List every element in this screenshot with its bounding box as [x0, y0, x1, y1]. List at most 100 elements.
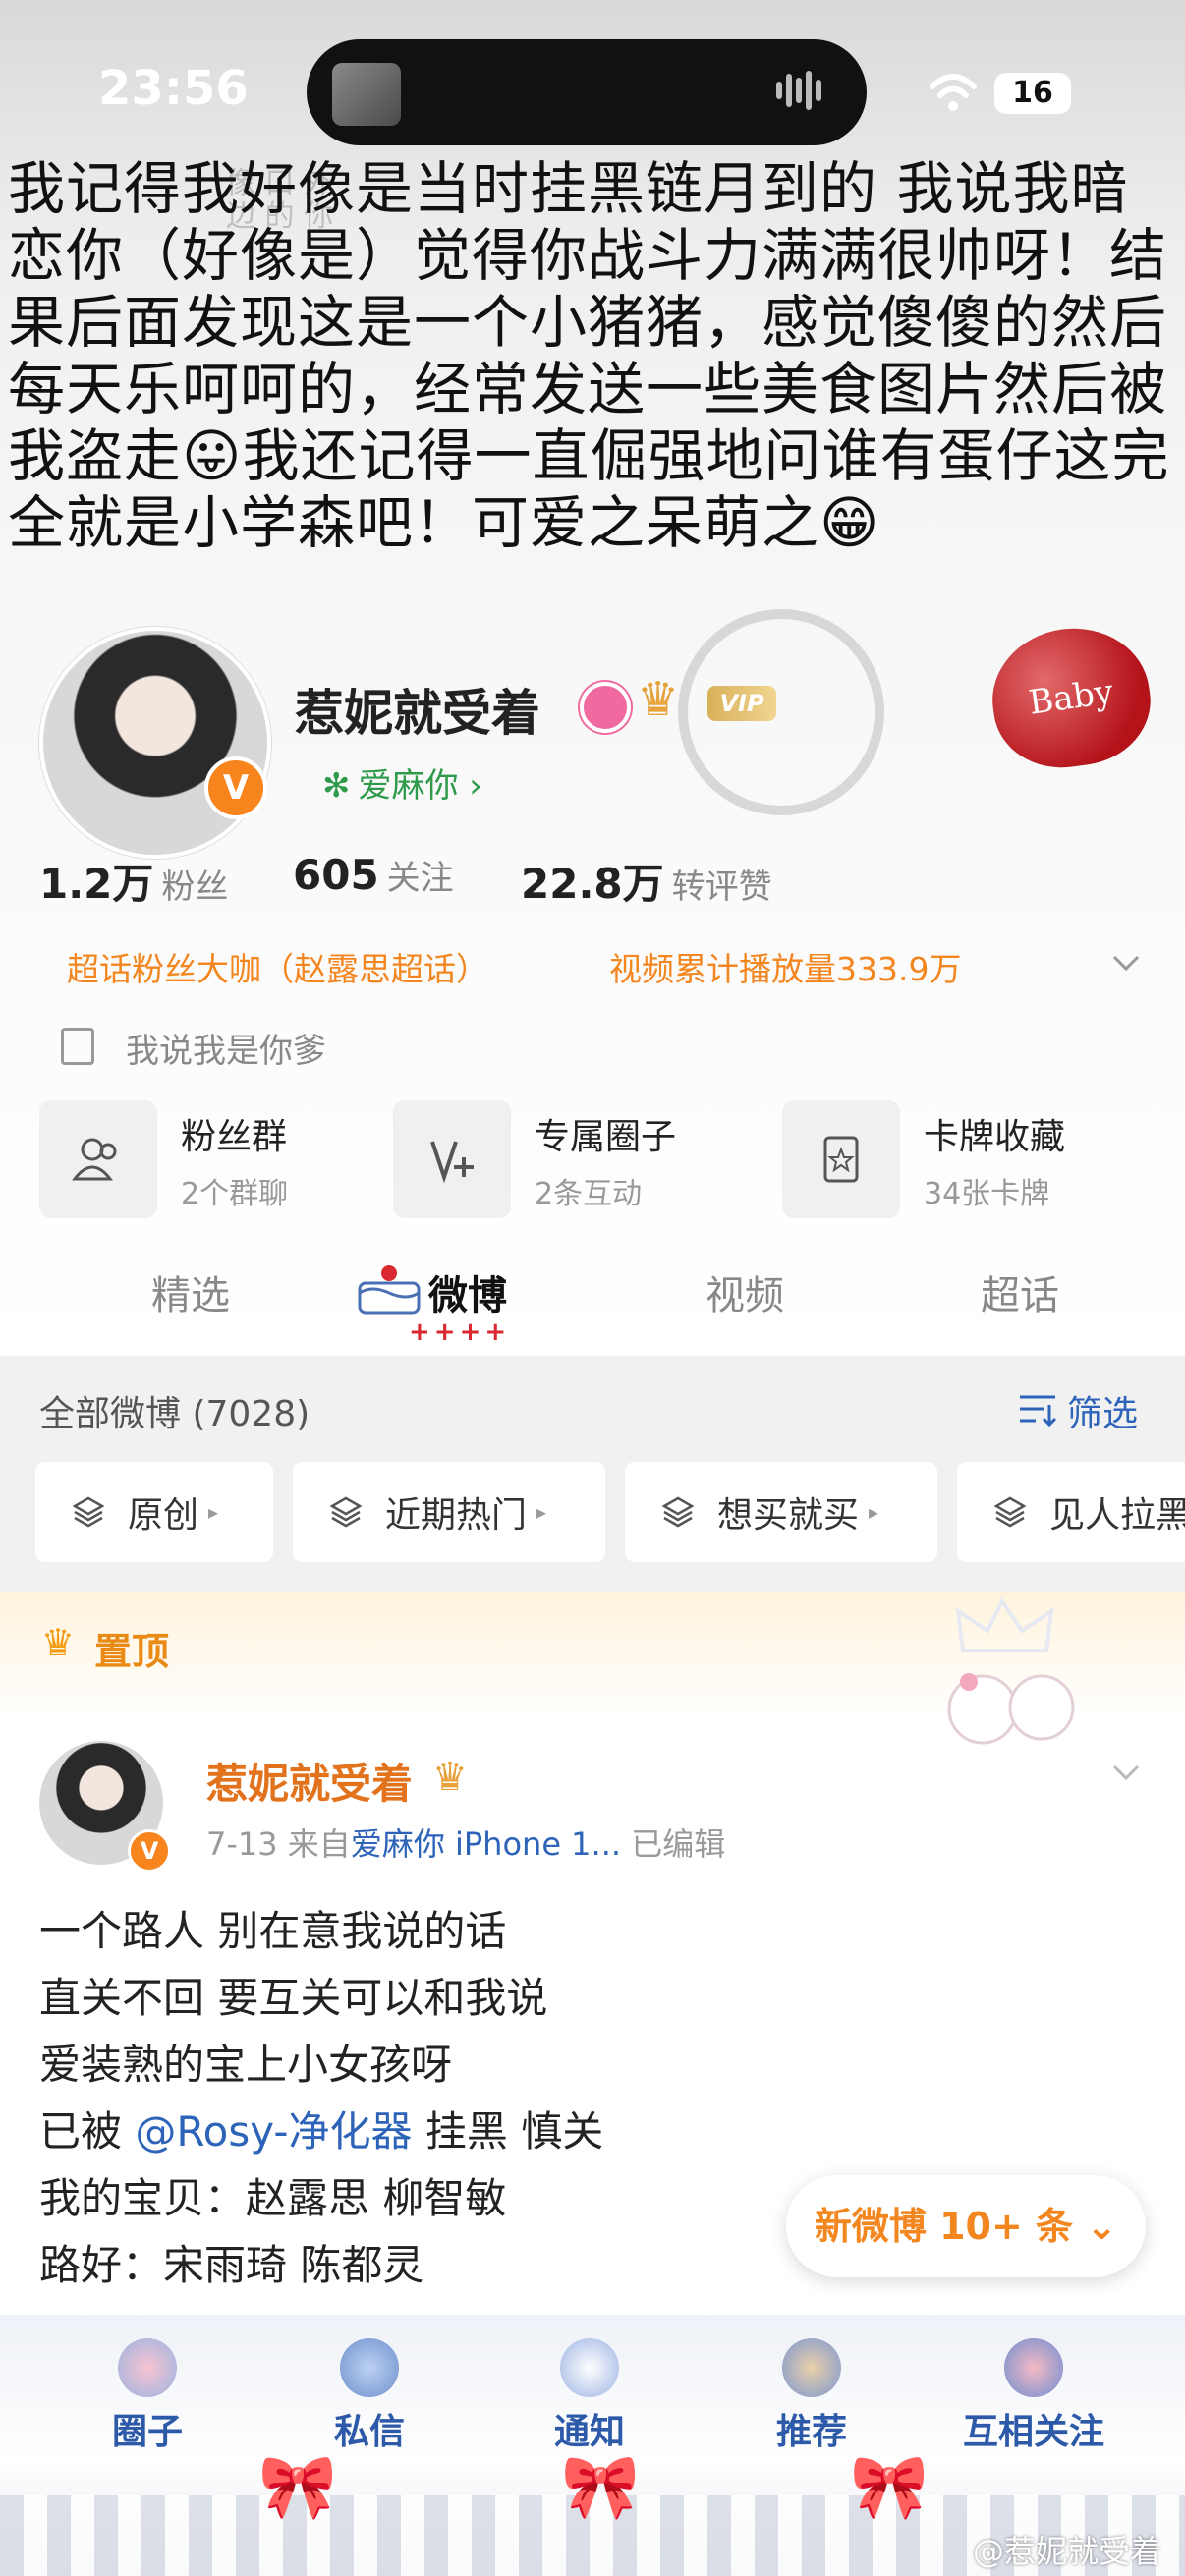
- card-collection-card[interactable]: 卡牌收藏 34张卡牌: [782, 1098, 1156, 1220]
- fan-group-count: 2个群聊: [181, 1177, 289, 1211]
- kitty-decoration: [947, 1597, 1075, 1745]
- stat-fans[interactable]: 1.2万 粉丝: [39, 851, 228, 911]
- bow-decoration: 🎀: [850, 2451, 929, 2524]
- profile-bio: 我说我是你爹: [126, 1032, 326, 1071]
- post-line: 爱装熟的宝上小女孩呀: [39, 2041, 453, 2089]
- tab-weibo[interactable]: 微博: [428, 1263, 507, 1320]
- crown-icon: ♛: [41, 1621, 76, 1664]
- all-weibo-count: 全部微博 (7028): [39, 1394, 310, 1434]
- cupcake-icon: [1004, 2338, 1063, 2397]
- bio-document-icon: [61, 1028, 94, 1065]
- tab-featured[interactable]: 精选: [151, 1263, 230, 1320]
- overlay-caption: 我记得我好像是当时挂黑链月到的 我说我暗恋你（好像是）觉得你战斗力满满很帅呀！结…: [8, 155, 1170, 556]
- video-views-badge[interactable]: 视频累计播放量333.9万: [609, 943, 961, 990]
- sundae-icon: [118, 2338, 177, 2397]
- verified-badge-icon: V: [204, 756, 267, 819]
- filter-icon[interactable]: [1016, 1389, 1059, 1428]
- nav-notifications-label: 通知: [553, 2412, 625, 2452]
- active-tab-indicator: ++++: [409, 1317, 511, 1347]
- cake-icon: [358, 1265, 421, 1315]
- nav-messages[interactable]: 私信: [271, 2338, 468, 2466]
- post-line: 已被 @Rosy-净化器 挂黑 慎关: [39, 2099, 1140, 2165]
- pinned-label: 置顶: [94, 1630, 170, 1673]
- post-line-prefix: 已被: [39, 2107, 136, 2156]
- chip-recent-hot-label: 近期热门: [385, 1495, 528, 1536]
- chip-original-label: 原创: [128, 1495, 199, 1536]
- layers-icon: [661, 1496, 695, 1528]
- audio-wave-icon: [776, 71, 835, 116]
- following-label: 关注: [386, 859, 454, 898]
- post-line-suffix: 挂黑 慎关: [412, 2107, 604, 2156]
- post-edited: 已编辑: [631, 1825, 726, 1863]
- tab-super-topic[interactable]: 超话: [981, 1263, 1059, 1320]
- post-line: 直关不回 要互关可以和我说: [39, 1974, 548, 2022]
- following-count: 605: [293, 851, 379, 899]
- interactions-label: 转评赞: [671, 868, 772, 907]
- tab-video[interactable]: 视频: [705, 1263, 784, 1320]
- nav-mutual-follow[interactable]: 互相关注: [935, 2338, 1132, 2466]
- nav-recommend[interactable]: 推荐: [713, 2338, 910, 2466]
- post-source-prefix: 来自: [287, 1825, 351, 1863]
- chip-original[interactable]: 原创 ▸: [35, 1462, 273, 1562]
- card-collection-title: 卡牌收藏: [924, 1117, 1066, 1157]
- nav-circle-label: 圈子: [111, 2412, 183, 2452]
- post-date: 7-13: [206, 1825, 278, 1863]
- super-topic-tag[interactable]: ✻ 爱麻你 ›: [322, 758, 482, 807]
- post-source[interactable]: 爱麻你 iPhone 1...: [351, 1825, 621, 1863]
- bow-decoration: 🎀: [561, 2451, 640, 2524]
- bow-decoration: 🎀: [258, 2451, 337, 2524]
- battery-indicator: 16: [994, 73, 1071, 114]
- crown-badge-icon[interactable]: ♛: [637, 672, 696, 727]
- flower-icon: ✻: [322, 766, 351, 806]
- crown-badge-icon: ♛: [432, 1755, 468, 1800]
- chip-block-label: 见人拉黑: [1049, 1495, 1185, 1536]
- post-meta: 7-13 来自爱麻你 iPhone 1... 已编辑: [206, 1820, 725, 1865]
- caret-right-icon: ▸: [208, 1500, 219, 1524]
- nav-mutual-follow-label: 互相关注: [962, 2412, 1104, 2452]
- nav-recommend-label: 推荐: [775, 2412, 847, 2452]
- layers-icon: [329, 1496, 363, 1528]
- card-star-icon: [782, 1100, 900, 1218]
- watermark: @惹妮就受着: [973, 2533, 1162, 2570]
- stat-following[interactable]: 605 关注: [293, 851, 454, 899]
- exclusive-circle-title: 专属圈子: [535, 1117, 677, 1157]
- chip-want-buy[interactable]: 想买就买 ▸: [625, 1462, 937, 1562]
- vip-badge[interactable]: VIP: [707, 686, 776, 721]
- circle-plus-icon: [393, 1100, 511, 1218]
- fans-label: 粉丝: [161, 868, 229, 907]
- people-icon: [39, 1100, 157, 1218]
- lens-badge-icon[interactable]: [580, 682, 631, 733]
- card-collection-count: 34张卡牌: [924, 1177, 1050, 1211]
- nav-circle[interactable]: 圈子: [49, 2338, 246, 2466]
- fan-group-card[interactable]: 粉丝群 2个群聊: [39, 1098, 413, 1220]
- fan-group-title: 粉丝群: [181, 1117, 288, 1157]
- interactions-count: 22.8万: [521, 860, 664, 908]
- bear-gift-icon: [782, 2338, 841, 2397]
- wifi-icon: [930, 74, 977, 111]
- chip-recent-hot[interactable]: 近期热门 ▸: [293, 1462, 605, 1562]
- fans-count: 1.2万: [39, 860, 154, 908]
- profile-username: 惹妮就受着: [295, 685, 540, 742]
- exclusive-circle-count: 2条互动: [535, 1177, 643, 1211]
- chip-want-buy-label: 想买就买: [717, 1495, 860, 1536]
- caret-right-icon: ▸: [536, 1500, 547, 1524]
- filter-button[interactable]: 筛选: [1067, 1385, 1138, 1436]
- status-time: 23:56: [98, 61, 249, 116]
- post-line: 一个路人 别在意我说的话: [39, 1907, 507, 1955]
- verified-badge-icon: V: [128, 1829, 171, 1873]
- chevron-down-icon[interactable]: [1106, 943, 1146, 982]
- post-author-name[interactable]: 惹妮就受着: [206, 1751, 413, 1811]
- mention-link[interactable]: @Rosy-净化器: [135, 2107, 412, 2156]
- chip-block[interactable]: 见人拉黑: [957, 1462, 1185, 1562]
- layers-icon: [993, 1496, 1027, 1528]
- nav-notifications[interactable]: 通知: [491, 2338, 688, 2466]
- chevron-down-icon[interactable]: [1106, 1753, 1146, 1792]
- super-topic-label: 爱麻你 ›: [358, 766, 482, 806]
- exclusive-circle-card[interactable]: 专属圈子 2条互动: [393, 1098, 766, 1220]
- layers-icon: [72, 1496, 105, 1528]
- superfan-badge[interactable]: 超话粉丝大咖（赵露思超话）: [67, 943, 488, 990]
- stat-interactions[interactable]: 22.8万 转评赞: [521, 851, 772, 911]
- drink-icon: [340, 2338, 399, 2397]
- profile-avatar[interactable]: [39, 627, 271, 859]
- new-weibo-button[interactable]: 新微博 10+ 条 ⌄: [786, 2175, 1146, 2277]
